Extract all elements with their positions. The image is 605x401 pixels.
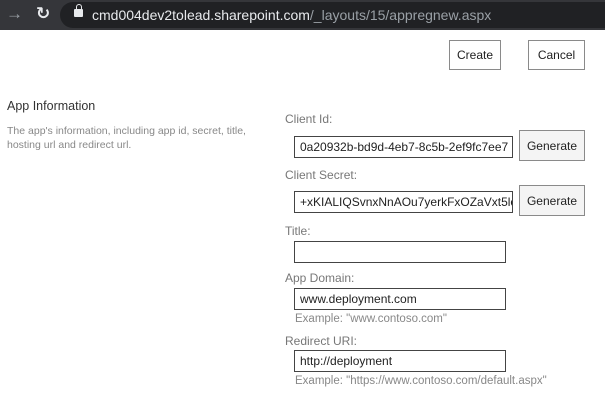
- url-host: cmd004dev2tolead.sharepoint.com: [92, 7, 310, 23]
- generate-client-secret-button[interactable]: Generate: [519, 185, 585, 216]
- cancel-button[interactable]: Cancel: [528, 40, 585, 70]
- client-secret-input[interactable]: +xKIALIQSvnxNnAOu7yerkFxOZaVxt5lc: [294, 191, 513, 213]
- app-domain-label: App Domain:: [285, 271, 355, 285]
- url-text[interactable]: cmd004dev2tolead.sharepoint.com/_layouts…: [92, 7, 491, 23]
- title-input[interactable]: [294, 241, 506, 263]
- redirect-uri-label: Redirect URI:: [285, 334, 358, 348]
- section-description: The app's information, including app id,…: [7, 125, 246, 151]
- redirect-uri-input[interactable]: http://deployment: [294, 350, 506, 372]
- create-button[interactable]: Create: [449, 40, 501, 70]
- url-path: /_layouts/15/appregnew.aspx: [309, 7, 492, 23]
- client-secret-label: Client Secret:: [285, 168, 358, 182]
- reload-icon[interactable]: ↻: [36, 4, 50, 24]
- title-label: Title:: [285, 224, 311, 238]
- client-id-input[interactable]: 0a20932b-bd9d-4eb7-8c5b-2ef9fc7ee7: [294, 136, 513, 158]
- generate-client-id-button[interactable]: Generate: [519, 130, 585, 161]
- lock-icon: [74, 4, 83, 17]
- section-title: App Information: [7, 99, 96, 113]
- browser-toolbar: → ↻ cmd004dev2tolead.sharepoint.com/_lay…: [0, 0, 605, 30]
- redirect-uri-example: Example: "https://www.contoso.com/defaul…: [295, 375, 547, 387]
- app-domain-input[interactable]: www.deployment.com: [294, 288, 506, 310]
- client-id-label: Client Id:: [285, 112, 333, 126]
- app-domain-example: Example: "www.contoso.com": [295, 313, 447, 325]
- forward-icon[interactable]: →: [6, 4, 23, 24]
